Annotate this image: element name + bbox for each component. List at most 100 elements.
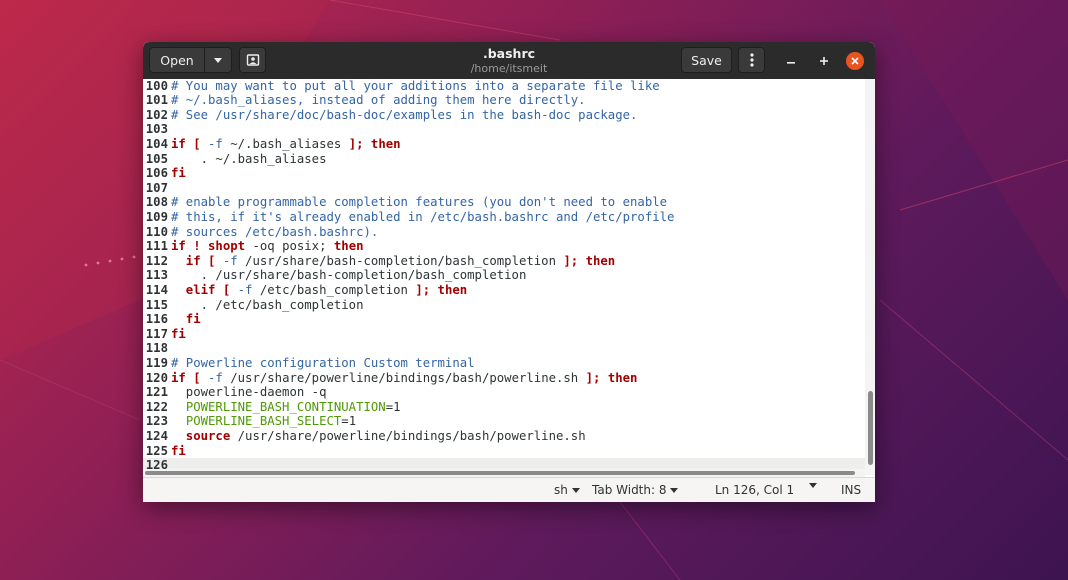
code-token: -f xyxy=(208,136,223,151)
code-line[interactable]: 111 if ! shopt -oq posix; then xyxy=(143,239,865,254)
code-line[interactable]: 113 . /usr/share/bash-completion/bash_co… xyxy=(143,268,865,283)
code-token: # ~/.bash_aliases, instead of adding the… xyxy=(171,93,586,108)
code-line[interactable]: 106 fi xyxy=(143,166,865,181)
code-token: # See /usr/share/doc/bash-doc/examples i… xyxy=(171,107,638,122)
code-line[interactable]: 105 . ~/.bash_aliases xyxy=(143,152,865,167)
code-token: # this, if it's already enabled in /etc/… xyxy=(171,209,675,224)
code-token: fi xyxy=(171,443,186,458)
code-line[interactable]: 118 xyxy=(143,341,865,356)
hamburger-menu-icon xyxy=(749,53,754,67)
chevron-down-icon xyxy=(809,483,817,488)
code-token: ]; then xyxy=(348,136,401,151)
code-line[interactable]: 102 # See /usr/share/doc/bash-doc/example… xyxy=(143,108,865,123)
line-number: 117 xyxy=(145,326,168,341)
code-token: /usr/share/powerline/bindings/bash/power… xyxy=(230,428,586,443)
line-number: 115 xyxy=(145,297,168,312)
code-token: /usr/share/powerline/bindings/bash/power… xyxy=(222,370,586,385)
code-token: =1 xyxy=(385,399,401,414)
language-selector[interactable]: sh xyxy=(554,483,580,497)
main-menu-button[interactable] xyxy=(738,47,765,73)
window-subtitle: /home/itsmeit xyxy=(470,62,548,75)
tab-width-selector[interactable]: Tab Width: 8 xyxy=(592,483,679,497)
position-dropdown[interactable] xyxy=(809,483,817,488)
close-button[interactable] xyxy=(846,52,864,70)
code-line[interactable]: 122 POWERLINE_BASH_CONTINUATION=1 xyxy=(143,400,865,415)
horizontal-scrollbar[interactable] xyxy=(143,469,865,477)
new-tab-button[interactable] xyxy=(239,47,266,73)
code-token: # Powerline configuration Custom termina… xyxy=(171,355,475,370)
code-line[interactable]: 114 elif [ -f /etc/bash_completion ]; th… xyxy=(143,283,865,298)
code-token: -f xyxy=(208,370,223,385)
code-token: if [ xyxy=(171,370,209,385)
line-number: 124 xyxy=(145,428,168,443)
line-number: 105 xyxy=(145,151,168,166)
code-token: -f xyxy=(237,282,253,297)
line-number: 112 xyxy=(145,253,168,268)
code-token: -f xyxy=(222,253,238,268)
code-line[interactable]: 103 xyxy=(143,122,865,137)
code-line[interactable]: 104 if [ -f ~/.bash_aliases ]; then xyxy=(143,137,865,152)
code-token: . ~/.bash_aliases xyxy=(171,151,327,166)
code-token: fi xyxy=(171,166,186,181)
window-title-area: .bashrc /home/itsmeit xyxy=(383,46,635,76)
code-line[interactable]: 121 powerline-daemon -q xyxy=(143,385,865,400)
code-line[interactable]: 120 if [ -f /usr/share/powerline/bindings… xyxy=(143,371,865,386)
code-line[interactable]: 108 # enable programmable completion feat… xyxy=(143,195,865,210)
minimize-button[interactable] xyxy=(781,51,801,71)
code-line[interactable]: 125 fi xyxy=(143,444,865,459)
chevron-down-icon xyxy=(670,487,679,493)
code-token: ~/.bash_aliases xyxy=(222,136,349,151)
minimize-icon xyxy=(787,62,795,64)
line-number: 104 xyxy=(145,136,168,151)
code-token: ]; then xyxy=(585,370,638,385)
cursor-position-label: Ln 126, Col 1 xyxy=(715,483,795,497)
maximize-button[interactable] xyxy=(814,51,834,71)
insert-mode-indicator: INS xyxy=(841,483,861,497)
window-title: .bashrc xyxy=(482,46,536,61)
code-token: fi xyxy=(171,312,201,327)
open-button[interactable]: Open xyxy=(149,47,205,73)
open-dropdown-button[interactable] xyxy=(204,47,232,73)
code-line[interactable]: 116 fi xyxy=(143,312,865,327)
line-number: 110 xyxy=(145,224,168,239)
code-line[interactable]: 101 # ~/.bash_aliases, instead of adding … xyxy=(143,93,865,108)
language-label: sh xyxy=(554,483,568,497)
code-token: /etc/bash_completion xyxy=(252,282,416,297)
line-number: 102 xyxy=(145,107,168,122)
line-number: 100 xyxy=(145,79,168,93)
line-number: 113 xyxy=(145,268,168,283)
code-line[interactable]: 107 xyxy=(143,181,865,196)
code-token: /usr/share/bash-completion/bash_completi… xyxy=(237,253,564,268)
code-token: if [ xyxy=(171,136,209,151)
text-editor[interactable]: 100 # You may want to put all your additi… xyxy=(143,79,875,475)
code-token: . /usr/share/bash-completion/bash_comple… xyxy=(171,268,527,283)
code-line[interactable]: 124 source /usr/share/powerline/bindings… xyxy=(143,429,865,444)
code-line[interactable]: 110 # sources /etc/bash.bashrc). xyxy=(143,225,865,240)
horizontal-scrollbar-thumb[interactable] xyxy=(145,471,855,475)
code-token: . /etc/bash_completion xyxy=(171,297,364,312)
vertical-scrollbar-thumb[interactable] xyxy=(868,391,873,465)
maximize-icon xyxy=(820,57,828,65)
browse-files-icon xyxy=(246,54,259,66)
code-line[interactable]: 117 fi xyxy=(143,327,865,342)
code-token: -oq posix; xyxy=(245,239,334,254)
line-number: 119 xyxy=(145,355,168,370)
code-line[interactable]: 112 if [ -f /usr/share/bash-completion/b… xyxy=(143,254,865,269)
line-number: 114 xyxy=(145,282,168,297)
vertical-scrollbar[interactable] xyxy=(865,79,875,475)
line-number: 106 xyxy=(145,166,168,181)
code-line[interactable]: 123 POWERLINE_BASH_SELECT=1 xyxy=(143,414,865,429)
code-token: elif [ xyxy=(171,282,238,297)
code-token: # enable programmable completion feature… xyxy=(171,195,668,210)
code-line[interactable]: 115 . /etc/bash_completion xyxy=(143,298,865,313)
cursor-position[interactable]: Ln 126, Col 1 xyxy=(715,483,794,497)
code-line[interactable]: 100 # You may want to put all your additi… xyxy=(143,79,865,93)
code-token: if ! shopt xyxy=(171,239,246,254)
save-button[interactable]: Save xyxy=(681,47,732,73)
line-number: 101 xyxy=(145,93,168,108)
line-number: 108 xyxy=(145,195,168,210)
gedit-window: Open .bashrc /home/itsmeit Save 100 # Yo… xyxy=(143,42,875,502)
code-line[interactable]: 119 # Powerline configuration Custom term… xyxy=(143,356,865,371)
code-line[interactable]: 109 # this, if it's already enabled in /e… xyxy=(143,210,865,225)
